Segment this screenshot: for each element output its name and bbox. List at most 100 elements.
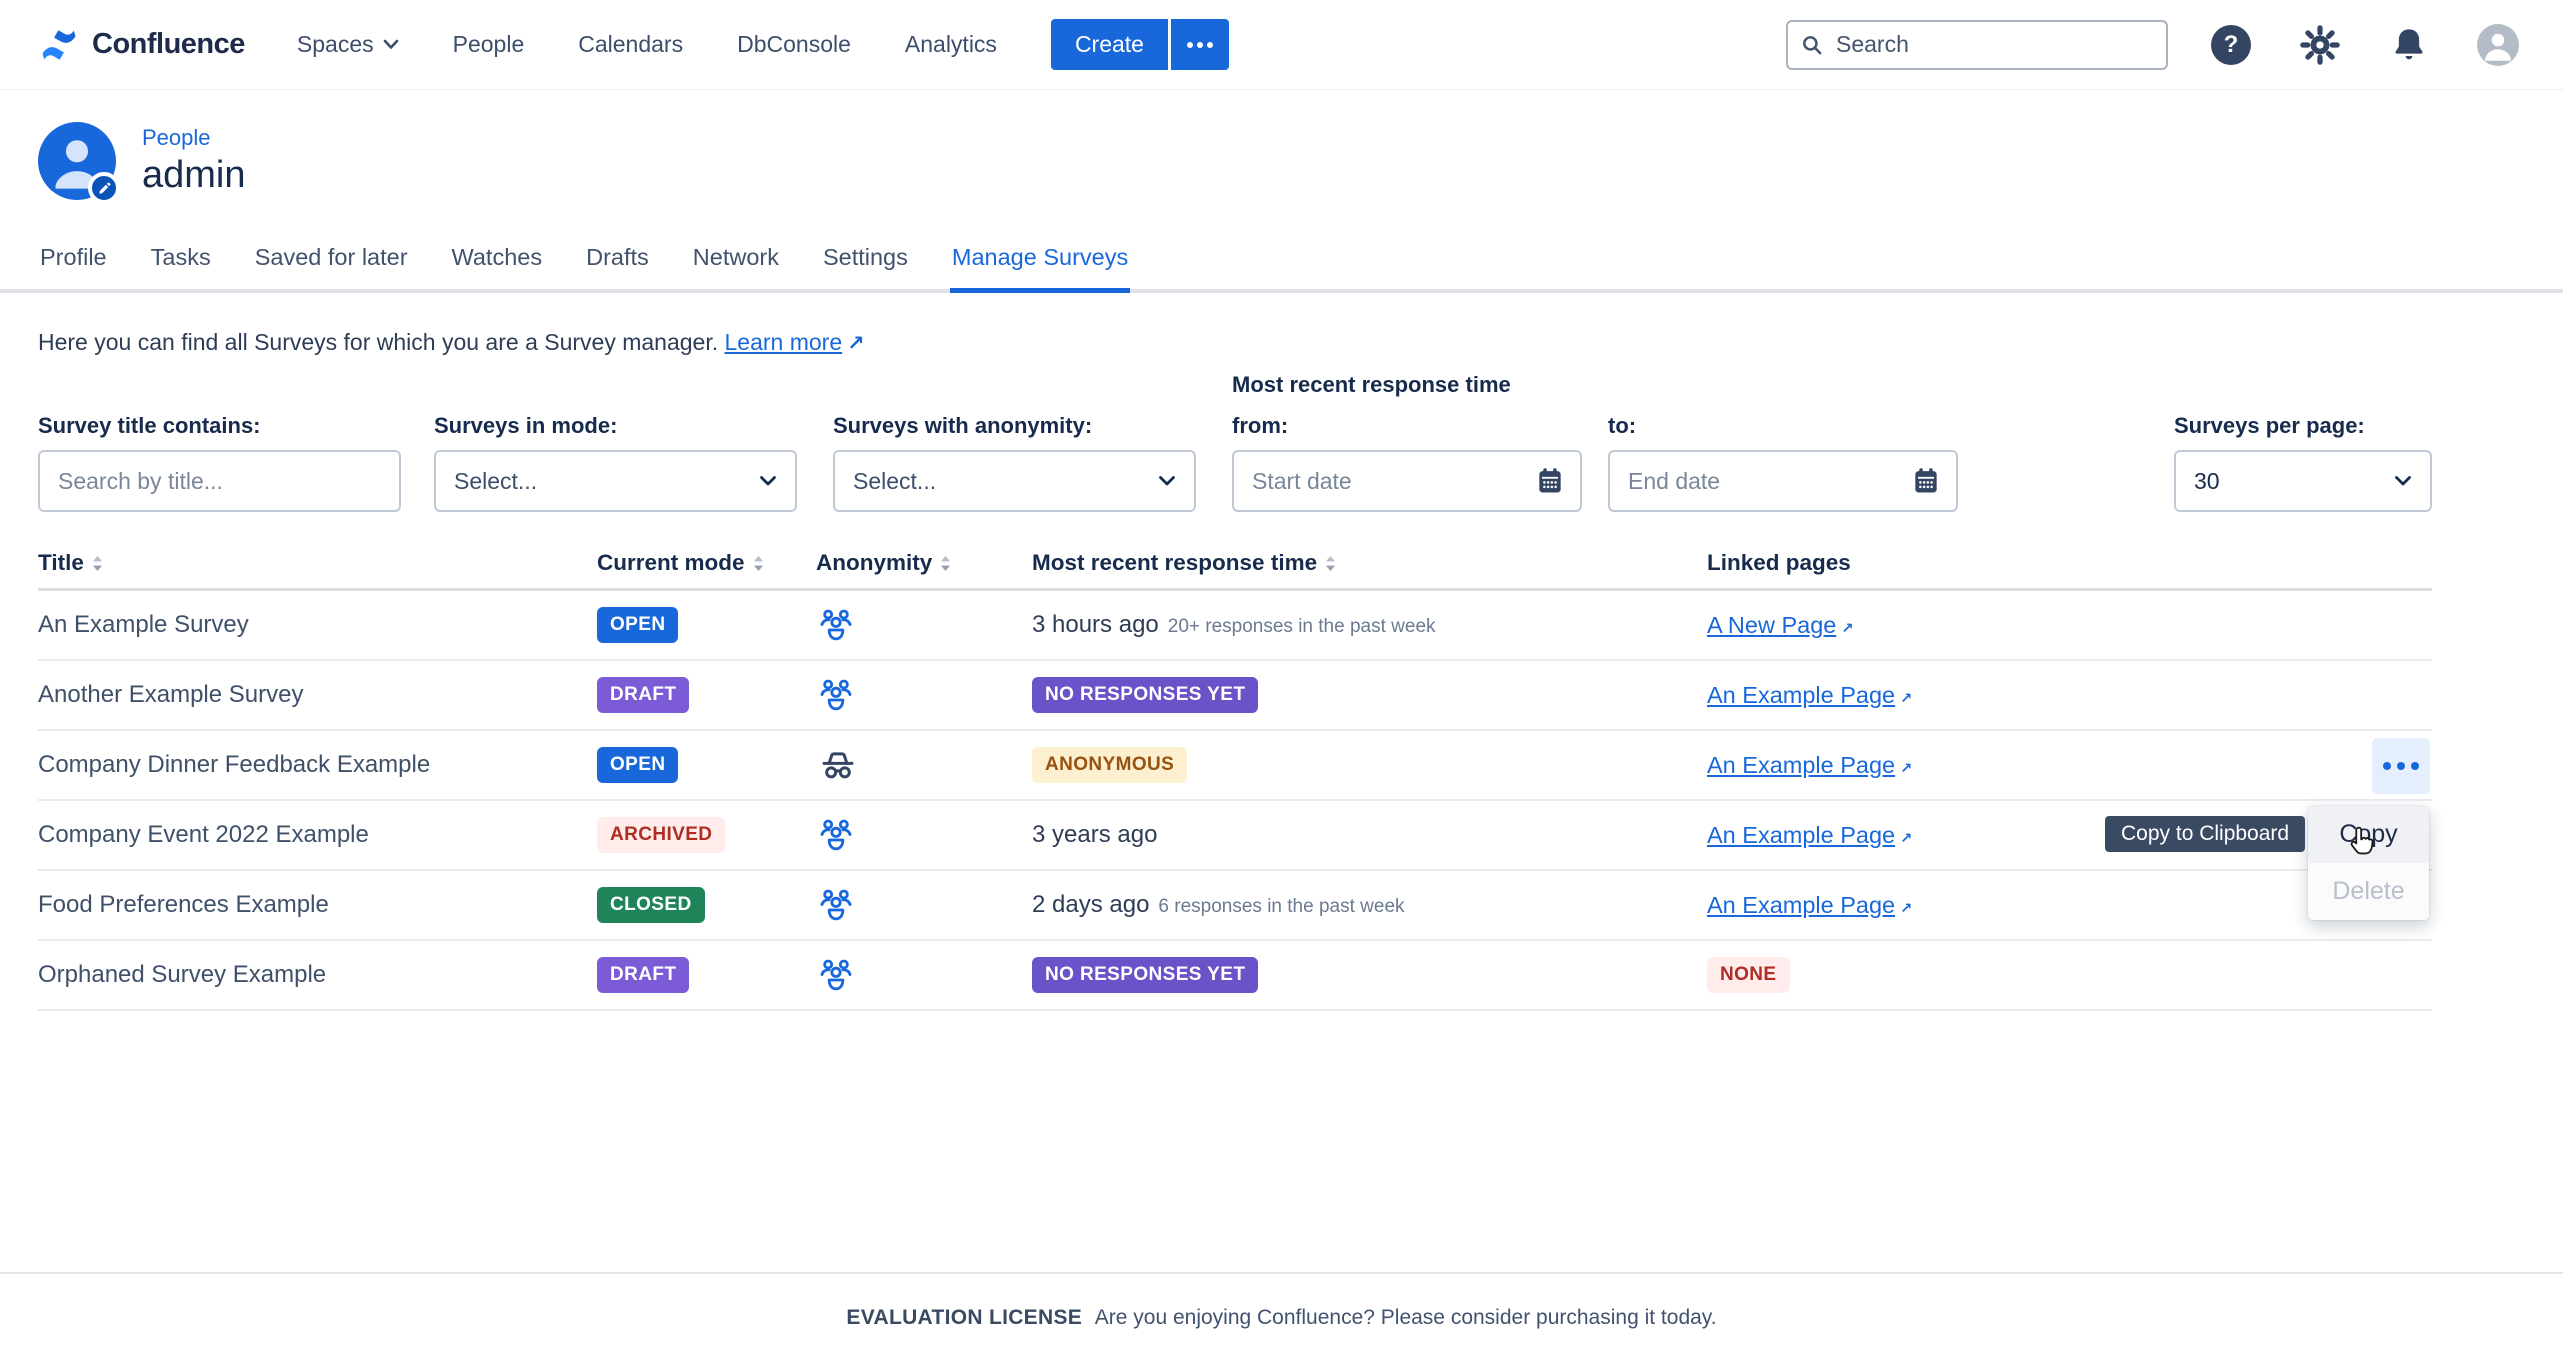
mode-badge: OPEN: [597, 607, 678, 643]
gear-icon: [2299, 24, 2341, 66]
column-header-label: Most recent response time: [1032, 550, 1317, 576]
end-date-input[interactable]: [1608, 450, 1958, 512]
primary-nav: Spaces People Calendars DbConsole Analyt…: [297, 31, 997, 58]
row-actions-button[interactable]: [2372, 738, 2430, 794]
linked-page-link[interactable]: A New Page: [1707, 612, 1836, 638]
tab-network[interactable]: Network: [691, 244, 781, 289]
last-response-time: 3 hours ago: [1032, 611, 1159, 638]
column-header-anonymity[interactable]: Anonymity: [816, 550, 1032, 576]
intro-text: Here you can find all Surveys for which …: [38, 329, 2432, 356]
license-label: EVALUATION LICENSE: [846, 1306, 1082, 1329]
filter-title: Survey title contains:: [38, 372, 401, 512]
title-filter-input[interactable]: [38, 450, 401, 512]
nav-item-spaces[interactable]: Spaces: [297, 31, 399, 58]
anonymity-cell: [816, 955, 1032, 995]
mode-cell: ARCHIVED: [597, 817, 816, 853]
nav-item-label: DbConsole: [737, 31, 851, 58]
tab-watches[interactable]: Watches: [450, 244, 545, 289]
response-count-note: 20+ responses in the past week: [1168, 616, 1436, 637]
sort-icon[interactable]: [1324, 554, 1337, 573]
per-page-select[interactable]: 30: [2174, 450, 2432, 512]
profile-avatar[interactable]: [38, 122, 116, 200]
linked-page-link[interactable]: An Example Page: [1707, 682, 1895, 708]
link-cell: An Example Page ↗: [1707, 682, 2432, 709]
external-link-icon: ↗: [1900, 691, 1912, 707]
survey-table-body: An Example Survey OPEN 3 hours ago 20+ re…: [38, 591, 2432, 1011]
filter-mode: Surveys in mode: Select...: [434, 372, 797, 512]
filter-anonymity: Surveys with anonymity: Select...: [833, 372, 1196, 512]
external-link-icon: ↗: [1900, 761, 1912, 777]
time-cell: NO RESPONSES YET: [1032, 677, 1707, 713]
edit-avatar-icon[interactable]: [88, 172, 120, 204]
chevron-down-icon: [383, 39, 399, 50]
create-more-button[interactable]: [1171, 19, 1229, 70]
context-menu-item-copy[interactable]: Copy: [2308, 806, 2429, 863]
settings-button[interactable]: [2299, 24, 2341, 66]
create-button[interactable]: Create: [1051, 19, 1168, 70]
column-header-most-recent-response-time[interactable]: Most recent response time: [1032, 550, 1707, 576]
column-header-title[interactable]: Title: [38, 550, 597, 576]
users-anonymity-icon: [816, 605, 856, 645]
filter-per-page-label: Surveys per page:: [2174, 413, 2432, 439]
sort-icon[interactable]: [752, 554, 765, 573]
nav-item-people[interactable]: People: [453, 31, 525, 58]
tab-settings[interactable]: Settings: [821, 244, 910, 289]
users-anonymity-icon: [816, 955, 856, 995]
anonymity-cell: [816, 675, 1032, 715]
breadcrumb-people-link[interactable]: People: [142, 125, 246, 151]
tab-drafts[interactable]: Drafts: [584, 244, 651, 289]
mode-badge: DRAFT: [597, 957, 689, 993]
table-row: Company Event 2022 Example ARCHIVED 3 ye…: [38, 801, 2432, 871]
notifications-button[interactable]: [2388, 24, 2430, 66]
sort-icon[interactable]: [91, 554, 104, 573]
nav-item-calendars[interactable]: Calendars: [578, 31, 683, 58]
license-message: Are you enjoying Confluence? Please cons…: [1095, 1306, 1717, 1329]
mode-select[interactable]: Select...: [434, 450, 797, 512]
tab-manage-surveys[interactable]: Manage Surveys: [950, 244, 1130, 293]
linked-page-link[interactable]: An Example Page: [1707, 822, 1895, 848]
nav-item-label: Calendars: [578, 31, 683, 58]
user-menu-button[interactable]: [2477, 24, 2519, 66]
confluence-manage-surveys-page: Confluence Spaces People Calendars DbCon…: [0, 0, 2563, 1352]
global-search: [1786, 20, 2168, 70]
context-menu-item-delete[interactable]: Delete: [2308, 863, 2429, 920]
survey-title-cell: Food Preferences Example: [38, 891, 597, 919]
start-date-input[interactable]: [1232, 450, 1582, 512]
learn-more-link[interactable]: Learn more: [725, 329, 843, 355]
survey-title-cell: An Example Survey: [38, 611, 597, 639]
tab-saved-for-later[interactable]: Saved for later: [253, 244, 410, 289]
survey-title: An Example Survey: [38, 611, 249, 638]
nav-item-dbconsole[interactable]: DbConsole: [737, 31, 851, 58]
link-cell: A New Page↗: [1707, 612, 2432, 639]
top-navigation-bar: Confluence Spaces People Calendars DbCon…: [0, 0, 2563, 90]
anonymity-cell: [816, 605, 1032, 645]
license-footer: EVALUATION LICENSE Are you enjoying Conf…: [0, 1272, 2563, 1330]
tab-profile[interactable]: Profile: [38, 244, 109, 289]
search-input[interactable]: [1786, 20, 2168, 70]
profile-header: People admin: [0, 122, 2563, 200]
table-row: Another Example Survey DRAFT NO RESPONSE…: [38, 661, 2432, 731]
anonymity-cell: [816, 885, 1032, 925]
response-status-badge: NO RESPONSES YET: [1032, 677, 1258, 713]
confluence-logo[interactable]: Confluence: [38, 24, 245, 66]
avatar: [2477, 24, 2519, 66]
tab-tasks[interactable]: Tasks: [149, 244, 213, 289]
users-anonymity-icon: [816, 885, 856, 925]
survey-title-cell: Orphaned Survey Example: [38, 961, 597, 989]
linked-page-link[interactable]: An Example Page: [1707, 892, 1895, 918]
tab-label: Saved for later: [255, 244, 408, 270]
bell-icon: [2389, 25, 2429, 65]
ellipsis-icon: [2383, 762, 2419, 770]
profile-tabs: Profile Tasks Saved for later Watches Dr…: [0, 244, 2563, 293]
anonymity-select[interactable]: Select...: [833, 450, 1196, 512]
help-button[interactable]: ?: [2210, 24, 2252, 66]
no-linked-page-badge: NONE: [1707, 957, 1790, 993]
linked-page-link[interactable]: An Example Page: [1707, 752, 1895, 778]
external-link-icon: ↗: [1900, 831, 1912, 847]
tab-label: Watches: [452, 244, 543, 270]
sort-icon[interactable]: [939, 554, 952, 573]
column-header-current-mode[interactable]: Current mode: [597, 550, 816, 576]
nav-item-analytics[interactable]: Analytics: [905, 31, 997, 58]
tab-label: Tasks: [151, 244, 211, 270]
column-header-linked-pages[interactable]: Linked pages: [1707, 550, 2432, 576]
